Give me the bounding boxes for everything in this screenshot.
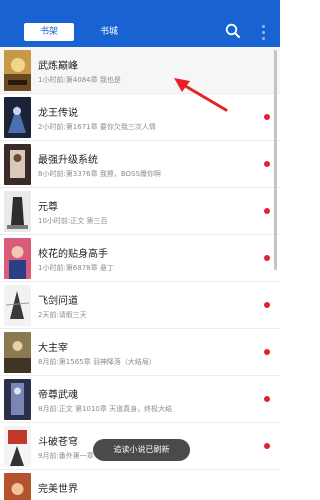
unread-dot (264, 443, 270, 449)
book-row[interactable]: 帝尊武魂 8月前:正文 第1010章 天道真身，终极大结 (0, 376, 280, 423)
book-cover (4, 191, 31, 232)
unread-dot (264, 302, 270, 308)
book-update-info: 9月前:番外第一章 (38, 452, 94, 460)
book-title: 帝尊武魂 (38, 390, 78, 401)
book-cover (4, 238, 31, 279)
more-vertical-icon[interactable] (256, 22, 270, 42)
book-cover (4, 144, 31, 185)
book-cover (4, 426, 31, 467)
book-row[interactable]: 完美世界 (0, 470, 280, 500)
list-scrollbar[interactable] (274, 50, 277, 270)
top-app-bar: 书架 书城 (0, 0, 280, 47)
book-title: 校花的贴身高手 (38, 249, 108, 260)
unread-dot (264, 255, 270, 261)
book-update-info: 1小时前:第6878章 悬丁 (38, 264, 114, 272)
book-cover (4, 332, 31, 373)
book-title: 飞剑问道 (38, 296, 78, 307)
book-row[interactable]: 元尊 10小时前:正文 第三百 (0, 188, 280, 235)
book-row[interactable]: 校花的贴身高手 1小时前:第6878章 悬丁 (0, 235, 280, 282)
unread-dot (264, 349, 270, 355)
book-cover (4, 50, 31, 91)
tab-bookshelf[interactable]: 书架 (24, 23, 74, 41)
book-cover (4, 97, 31, 138)
book-title: 元尊 (38, 202, 58, 213)
book-title: 大主宰 (38, 343, 68, 354)
book-row[interactable]: 大主宰 8月前:第1565章 羽神降落（大结局） (0, 329, 280, 376)
unread-dot (264, 208, 270, 214)
unread-dot (264, 114, 270, 120)
book-row[interactable]: 武炼巅峰 1小时前:第4084章 我也是 (0, 47, 280, 94)
book-row[interactable]: 龙王传说 2小时前:第1671章 要你欠我三次人情 (0, 94, 280, 141)
book-title: 斗破苍穹 (38, 437, 78, 448)
annotation-arrow-icon (174, 78, 228, 112)
book-list: 武炼巅峰 1小时前:第4084章 我也是 龙王传说 2小时前:第1671章 要你… (0, 47, 280, 500)
book-update-info: 10小时前:正文 第三百 (38, 217, 108, 225)
toast-message: 追读小说已刷新 (93, 439, 190, 461)
book-cover (4, 285, 31, 326)
unread-dot (264, 161, 270, 167)
book-cover (4, 473, 31, 500)
book-title: 完美世界 (38, 484, 78, 495)
book-title: 最强升级系统 (38, 155, 98, 166)
book-cover (4, 379, 31, 420)
book-update-info: 8月前:第1565章 羽神降落（大结局） (38, 358, 156, 366)
unread-dot (264, 396, 270, 402)
search-icon[interactable] (224, 22, 242, 40)
tab-bookstore[interactable]: 书城 (94, 23, 124, 41)
book-update-info: 1小时前:第4084章 我也是 (38, 76, 121, 84)
book-row[interactable]: 最强升级系统 8小时前:第3376章 我擦，BOSS爆你啊 (0, 141, 280, 188)
book-update-info: 2小时前:第1671章 要你欠我三次人情 (38, 123, 156, 131)
book-update-info: 2天前:请假三天 (38, 311, 87, 319)
book-row[interactable]: 飞剑问道 2天前:请假三天 (0, 282, 280, 329)
book-update-info: 8月前:正文 第1010章 天道真身，终极大结 (38, 405, 173, 413)
book-title: 龙王传说 (38, 108, 78, 119)
book-title: 武炼巅峰 (38, 61, 78, 72)
book-update-info: 8小时前:第3376章 我擦，BOSS爆你啊 (38, 170, 161, 178)
